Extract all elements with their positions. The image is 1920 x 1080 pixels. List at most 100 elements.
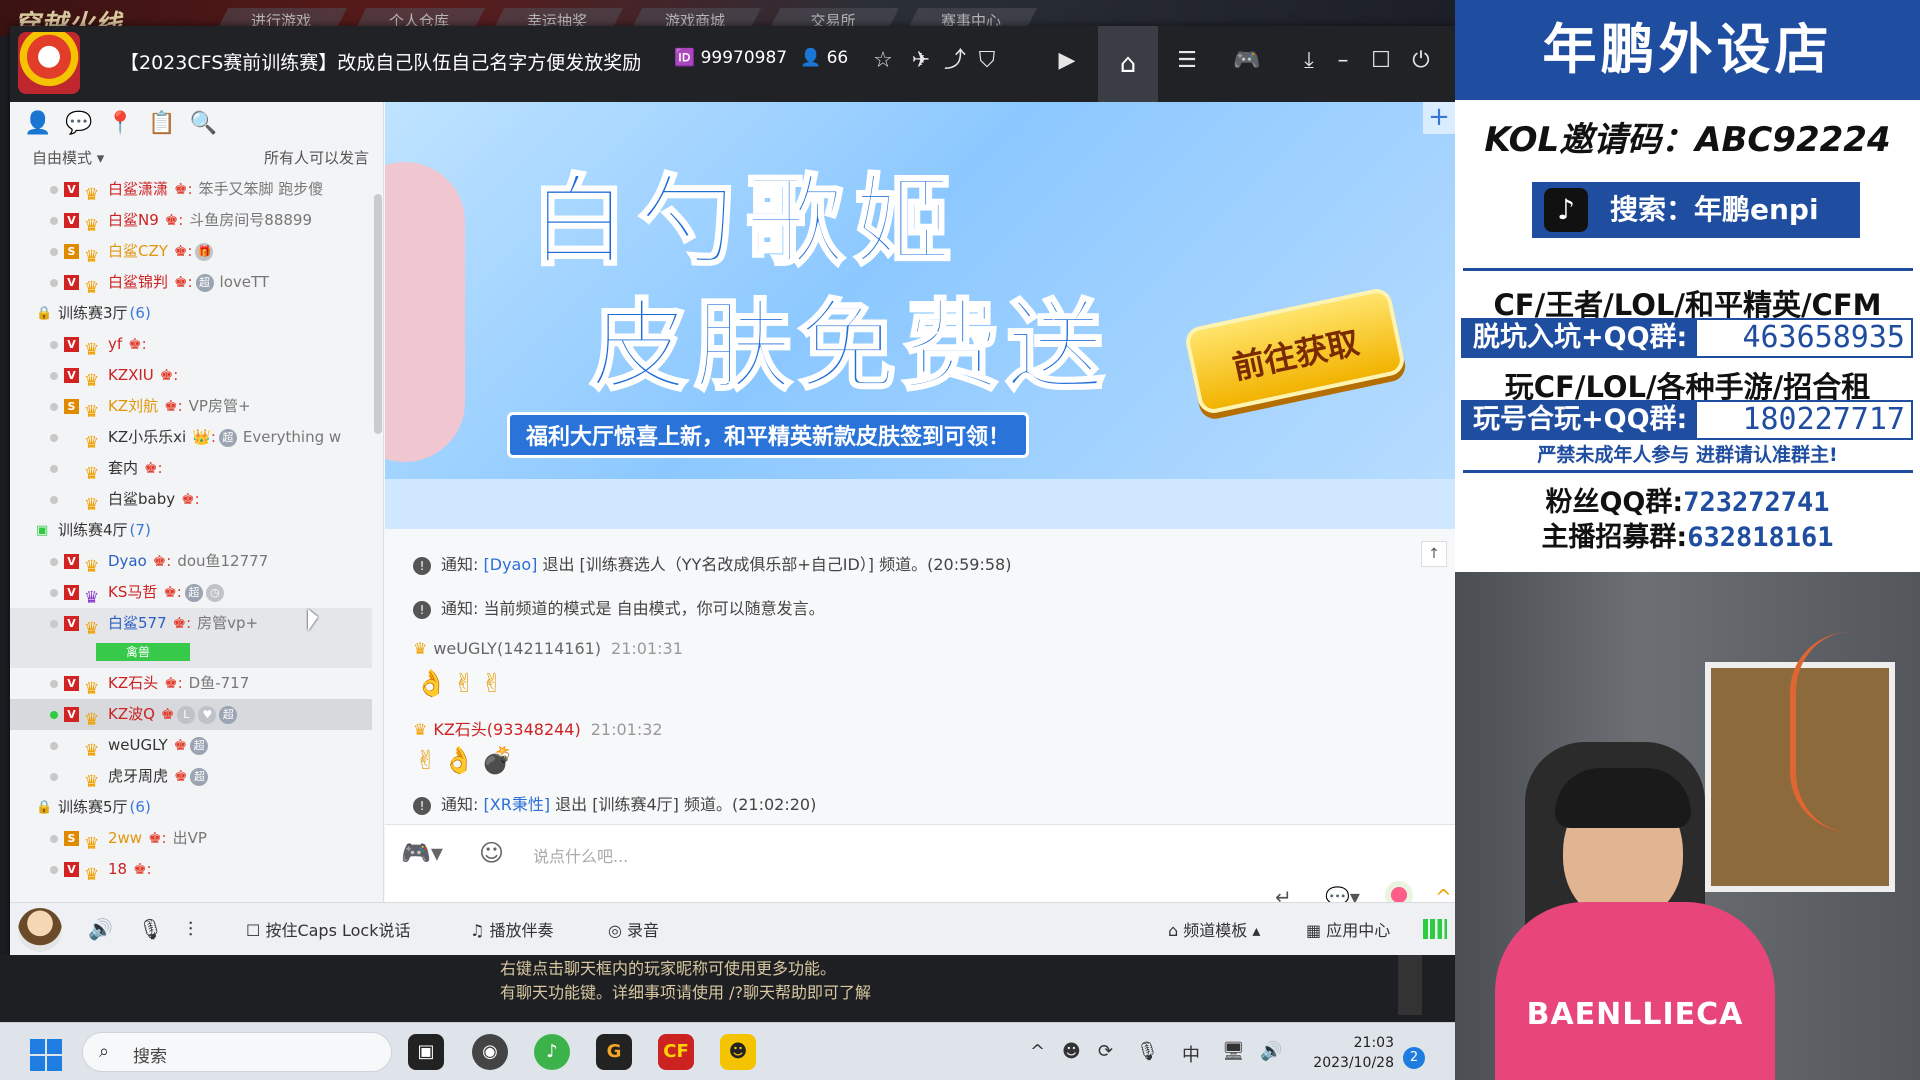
volume-icon[interactable]: 🔊 — [1260, 1041, 1282, 1062]
crown-icon: ♚: — [152, 552, 172, 570]
list-icon[interactable]: ☰ — [1170, 44, 1204, 78]
caps-talk-checkbox[interactable]: ☐ 按住Caps Lock说话 — [246, 917, 410, 941]
channel-id-value: 99970987 — [700, 48, 788, 68]
super-badge: 超 — [218, 428, 237, 447]
minor-warning: 严禁未成年人参与 进群请认准群主! — [1537, 444, 1838, 466]
member-signature: dou鱼12777 — [177, 552, 269, 570]
channel-logo[interactable] — [18, 32, 80, 94]
record-button[interactable]: ◎ 录音 — [608, 917, 659, 941]
minimize-icon[interactable]: – — [1326, 44, 1360, 78]
id-icon: 🆔 — [674, 48, 701, 68]
member-row[interactable]: S ♛ 白鲨CZY ♚: 🎁 — [10, 236, 372, 267]
speaker-icon[interactable]: 🔊 — [88, 917, 113, 941]
home-icon[interactable]: ⌂ — [1098, 26, 1158, 102]
member-row[interactable]: V ♛ 18 ♚: — [10, 854, 372, 885]
mode-select[interactable]: 自由模式 ▾ — [32, 144, 104, 172]
user-list-icon[interactable]: 👤 — [24, 111, 51, 136]
gamepad-emoji-icon[interactable]: 🎮▾ — [401, 839, 443, 867]
scroll-thumb[interactable] — [374, 194, 382, 434]
download-icon[interactable]: ⤓ — [1292, 44, 1326, 78]
member-row-hover[interactable]: V ♛ KZ波Q ♚ L ♥ 超 — [10, 699, 372, 730]
mic-icon[interactable]: 🎙 — [138, 917, 163, 941]
member-row[interactable]: V ♛ yf ♚: — [10, 329, 372, 360]
channel-group-4[interactable]: ▣ 训练赛4厅 (7) — [10, 515, 372, 546]
emoji-icon[interactable]: ☺ — [479, 839, 504, 867]
member-name-wrap: 白鲨潇潇 ♚: 笨手又笨脚 跑步傻 — [108, 174, 323, 205]
star-icon[interactable]: ☆ — [866, 44, 900, 78]
power-icon[interactable]: ⏻ — [1404, 44, 1438, 78]
scroll-top-button[interactable]: ↑ — [1421, 541, 1447, 567]
chat-icon[interactable]: 💬 — [65, 111, 92, 136]
clock[interactable]: 21:03 2023/10/28 — [1300, 1033, 1394, 1073]
member-row[interactable]: V ♛ 白鲨N9 ♚: 斗鱼房间号88899 — [10, 205, 372, 236]
info-icon: ! — [413, 796, 431, 815]
music-label: 播放伴奏 — [489, 921, 554, 940]
channel-group-5[interactable]: 🔒 训练赛5厅 (6) — [10, 792, 372, 823]
plane-icon[interactable]: ✈ — [904, 44, 938, 78]
ime-indicator[interactable]: 中 — [1182, 1041, 1200, 1067]
notification-badge[interactable]: 2 — [1403, 1047, 1425, 1069]
template-button[interactable]: ⌂ 频道模板 ▴ — [1168, 917, 1260, 941]
app-icon-g[interactable]: G — [596, 1034, 632, 1070]
banner-cta-button[interactable]: 前往获取 — [1183, 286, 1407, 416]
member-row[interactable]: V ♛ KZ石头 ♚: D鱼-717 — [10, 668, 372, 699]
member-row[interactable]: V ♛ Dyao ♚: dou鱼12777 — [10, 546, 372, 577]
kol-code: KOL邀请码：ABC92224 — [1484, 120, 1891, 160]
member-row[interactable]: V ♛ 白鲨锦判 ♚: 超 loveTT — [10, 267, 372, 298]
taskbar-search-label: 搜索 — [133, 1047, 167, 1067]
app-icon-2[interactable]: ♪ — [534, 1034, 570, 1070]
member-row[interactable]: ♛ 虎牙周虎 ♚ 超 — [10, 761, 372, 792]
crown-icon: ♚: — [159, 366, 179, 384]
member-row[interactable]: V ♛ KZXIU ♚: — [10, 360, 372, 391]
board-icon[interactable]: 📋 — [148, 111, 175, 136]
task-view-icon[interactable]: ▣ — [408, 1034, 444, 1070]
member-row[interactable]: ♛ 套内 ♚: — [10, 453, 372, 484]
member-row[interactable]: ♛ weUGLY ♚ 超 — [10, 730, 372, 761]
yy-app-icon[interactable]: ☻ — [720, 1034, 756, 1070]
app-center-button[interactable]: ▦ 应用中心 — [1306, 917, 1390, 941]
member-row[interactable]: V ♛ 白鲨潇潇 ♚: 笨手又笨脚 跑步傻 — [10, 174, 372, 205]
chat-username[interactable]: weUGLY(142114161) — [433, 639, 601, 658]
location-icon[interactable]: 📍 — [107, 111, 134, 136]
notice-user-link[interactable]: [Dyao] — [484, 555, 538, 574]
plus-icon[interactable]: + — [1423, 102, 1455, 134]
tray-app-icon[interactable]: ☻ — [1062, 1041, 1081, 1062]
heart-icon: ♥ — [198, 705, 217, 724]
music-button[interactable]: ♫ 播放伴奏 — [470, 917, 553, 941]
channel-group-3[interactable]: 🔒 训练赛3厅 (6) — [10, 298, 372, 329]
share-icon[interactable]: ⤴ — [938, 44, 972, 78]
gamepad-icon[interactable]: 🎮 — [1230, 44, 1264, 78]
cf-app-icon[interactable]: CF — [658, 1034, 694, 1070]
screen: 穿越火线 进行游戏 个人仓库 幸运抽奖 游戏商城 交易所 赛事中心 【2023C… — [0, 0, 1920, 1080]
member-row[interactable]: S ♛ 2ww ♚: 出VP — [10, 823, 372, 854]
chat-input[interactable]: 说点什么吧... — [533, 843, 628, 867]
windows-start-icon[interactable] — [30, 1039, 62, 1071]
member-scrollbar[interactable] — [374, 194, 382, 760]
game-chat-scrollbar[interactable] — [1398, 955, 1422, 1015]
signal-icon — [1423, 919, 1447, 939]
member-row[interactable]: ♛ KZ小乐乐xi 👑: 超 Everything w — [10, 422, 372, 453]
shield-icon[interactable]: ⛉ — [970, 44, 1004, 78]
avatar[interactable] — [18, 908, 62, 952]
member-name-wrap: KZ波Q ♚ L ♥ 超 — [108, 699, 238, 730]
promo-banner[interactable]: 白勺歌姬 皮肤免费送 福利大厅惊喜上新，和平精英新款皮肤签到可领！ 前往获取 + — [385, 102, 1455, 479]
mic-tray-icon[interactable]: 🎙 — [1136, 1041, 1159, 1062]
member-name-wrap: Dyao ♚: dou鱼12777 — [108, 546, 268, 577]
notice-user-link[interactable]: [XR秉性] — [484, 795, 551, 814]
member-row[interactable]: ♛ 白鲨baby ♚: — [10, 484, 372, 515]
chat-username[interactable]: KZ石头(93348244) — [433, 720, 580, 739]
member-row[interactable]: S ♛ KZ刘航 ♚: VP房管+ — [10, 391, 372, 422]
member-name: 套内 — [108, 459, 139, 477]
gift-icon: 🎁 — [195, 242, 214, 261]
app-icon-1[interactable]: ◉ — [472, 1034, 508, 1070]
member-row[interactable]: V ♛ KS马哲 ♚: 超 ◷ — [10, 577, 372, 608]
chevron-up-icon[interactable]: ^ — [1030, 1041, 1045, 1062]
video-icon[interactable]: ▶ — [1050, 44, 1084, 78]
taskbar-search[interactable]: ⌕ 搜索 — [82, 1032, 392, 1072]
network-icon[interactable]: 🖥 — [1222, 1041, 1245, 1062]
search-icon[interactable]: 🔍 — [190, 111, 217, 136]
maximize-icon[interactable]: ☐ — [1364, 44, 1398, 78]
vip-badge: V — [64, 213, 79, 228]
sync-icon[interactable]: ⟳ — [1098, 1041, 1113, 1062]
equalizer-icon[interactable]: ⫶ — [188, 917, 193, 941]
